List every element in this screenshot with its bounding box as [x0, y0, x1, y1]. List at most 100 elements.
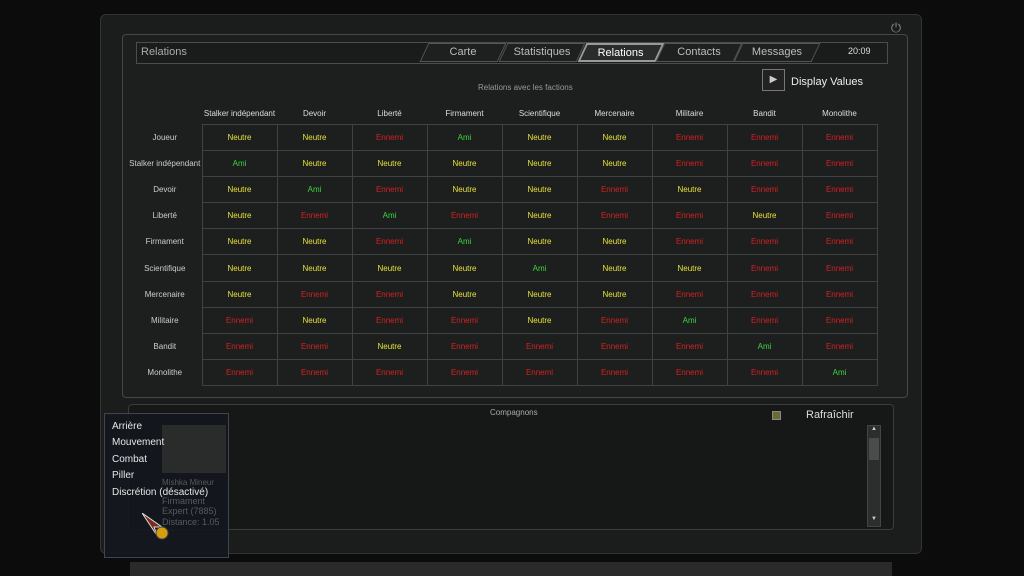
relation-cell: Ennemi — [651, 332, 728, 361]
relation-cell: Neutre — [576, 149, 653, 177]
relation-cell: Neutre — [651, 254, 728, 282]
column-header: Mercenaire — [594, 109, 635, 119]
tab-carte[interactable]: Carte — [419, 43, 507, 62]
relation-cell: Ennemi — [201, 306, 278, 335]
tab-label: Messages — [751, 46, 803, 58]
column-header: Stalker indépendant — [203, 109, 276, 119]
row-label: Bandit — [153, 342, 177, 352]
column-header: Militaire — [675, 109, 704, 119]
relation-cell: Ennemi — [351, 280, 428, 308]
companions-scrollbar[interactable]: ▲ ▼ — [867, 425, 881, 527]
relation-cell: Neutre — [501, 306, 578, 335]
relation-cell: Ennemi — [351, 175, 428, 204]
row-label: Liberté — [152, 211, 177, 221]
relation-cell: Neutre — [201, 254, 278, 282]
relation-cell: Neutre — [351, 332, 428, 361]
relation-cell: Neutre — [501, 202, 578, 230]
relation-cell: Ennemi — [651, 202, 728, 230]
table-row: Militaire Ennemi Neutre Ennemi Ennemi Neutre E… — [128, 306, 878, 335]
relation-cell: Ennemi — [426, 306, 503, 335]
companions-title: Compagnons — [490, 408, 538, 417]
relation-cell: Ennemi — [501, 359, 578, 387]
column-header: Firmament — [445, 109, 484, 119]
tab-messages[interactable]: Messages — [733, 43, 821, 62]
tab-contacts[interactable]: Contacts — [655, 43, 743, 62]
tab-statistiques[interactable]: Statistiques — [498, 43, 586, 62]
tab-label: Contacts — [677, 46, 721, 58]
table-row: Devoir Neutre Ami Ennemi Neutre Neutre Ennemi N… — [128, 175, 878, 204]
relation-cell: Ennemi — [651, 123, 728, 151]
column-header: Liberté — [377, 109, 402, 119]
relation-cell: Ennemi — [276, 202, 353, 230]
relation-cell: Neutre — [426, 149, 503, 177]
column-header: Scientifique — [518, 109, 561, 119]
relation-cell: Ennemi — [801, 175, 878, 204]
relation-cell: Neutre — [501, 123, 578, 151]
menu-item-mouvement[interactable]: Mouvement — [112, 437, 164, 448]
relation-cell: Neutre — [576, 228, 653, 256]
row-label: Mercenaire — [144, 289, 185, 299]
row-label: Monolithe — [147, 368, 183, 378]
companion-rank: Expert (7885) — [162, 506, 217, 516]
relation-cell: Ami — [426, 123, 503, 151]
relation-cell: Ennemi — [726, 306, 803, 335]
relation-cell: Neutre — [276, 254, 353, 282]
relation-cell: Neutre — [501, 228, 578, 256]
relation-cell: Ennemi — [276, 332, 353, 361]
relations-table: Stalker indépendant Devoir Liberté Firmamen… — [128, 104, 878, 387]
relation-cell: Neutre — [201, 175, 278, 204]
relation-cell: Ennemi — [201, 359, 278, 387]
relation-cell: Ennemi — [576, 306, 653, 335]
relation-cell: Ennemi — [801, 149, 878, 177]
relation-cell: Ennemi — [576, 175, 653, 204]
companion-name: Mishka Mineur — [162, 478, 215, 487]
relation-cell: Neutre — [501, 175, 578, 204]
menu-item-combat[interactable]: Combat — [112, 454, 147, 465]
relation-cell: Neutre — [426, 280, 503, 308]
relation-cell: Ennemi — [651, 359, 728, 387]
menu-item-arriere[interactable]: Arrière — [112, 421, 142, 432]
relation-cell: Neutre — [426, 254, 503, 282]
relation-cell: Ami — [201, 149, 278, 177]
table-row: Firmament Neutre Neutre Ennemi Ami Neutre Neut… — [128, 228, 878, 256]
relation-cell: Neutre — [651, 175, 728, 204]
menu-item-discretion[interactable]: Discrétion (désactivé) — [112, 487, 208, 498]
relation-cell: Neutre — [351, 149, 428, 177]
relation-cell: Neutre — [351, 254, 428, 282]
tab-relations[interactable]: Relations — [577, 43, 665, 62]
relation-cell: Neutre — [576, 280, 653, 308]
display-values-label: Display Values — [791, 76, 863, 88]
relation-cell: Neutre — [576, 254, 653, 282]
tab-label: Relations — [597, 47, 644, 59]
companions-panel — [128, 404, 894, 530]
row-label: Militaire — [150, 315, 179, 325]
relation-cell: Ennemi — [726, 123, 803, 151]
menu-item-piller[interactable]: Piller — [112, 470, 134, 481]
scroll-thumb[interactable] — [869, 438, 879, 460]
relations-subtitle: Relations avec les factions — [478, 83, 573, 92]
relation-cell: Ennemi — [501, 332, 578, 361]
display-values-button[interactable]: ▶ — [762, 69, 785, 91]
relation-cell: Ennemi — [576, 359, 653, 387]
table-row: Liberté Neutre Ennemi Ami Ennemi Neutre Ennemi… — [128, 202, 878, 230]
scroll-up-icon[interactable]: ▲ — [868, 426, 880, 436]
companion-distance: Distance: 1.05 — [162, 517, 220, 527]
relation-cell: Ennemi — [726, 149, 803, 177]
relation-cell: Ennemi — [801, 306, 878, 335]
relation-cell: Ennemi — [351, 228, 428, 256]
relation-cell: Neutre — [201, 228, 278, 256]
relation-cell: Neutre — [276, 149, 353, 177]
relation-cell: Ennemi — [726, 254, 803, 282]
relation-cell: Neutre — [276, 228, 353, 256]
relation-cell: Neutre — [201, 202, 278, 230]
table-row: Monolithe Ennemi Ennemi Ennemi Ennemi Ennemi E… — [128, 359, 878, 387]
relation-cell: Ami — [501, 254, 578, 282]
refresh-checkbox[interactable] — [772, 411, 781, 420]
relation-cell: Ennemi — [726, 228, 803, 256]
scroll-down-icon[interactable]: ▼ — [868, 516, 880, 526]
relation-cell: Ennemi — [276, 359, 353, 387]
refresh-label[interactable]: Rafraîchir — [806, 409, 854, 421]
corner-cell — [128, 104, 202, 124]
relation-cell: Neutre — [576, 123, 653, 151]
cursor-icon — [142, 513, 169, 540]
